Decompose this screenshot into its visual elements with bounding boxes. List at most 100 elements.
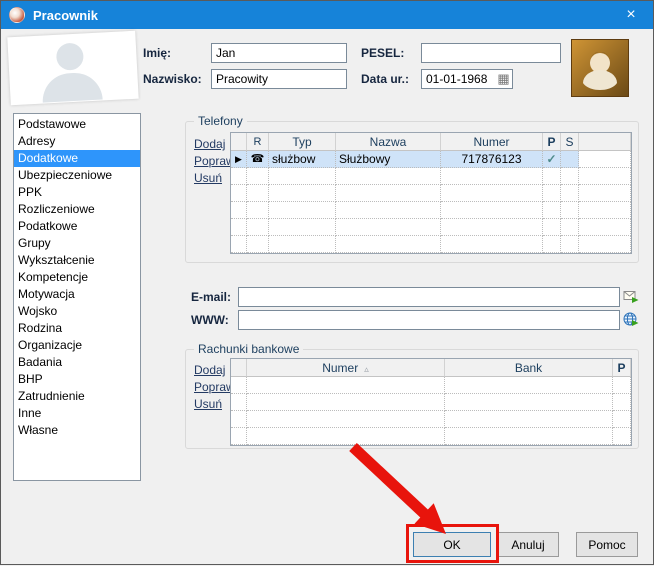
- column-header-r[interactable]: R: [247, 133, 269, 151]
- sidebar-item-organizacje[interactable]: Organizacje: [14, 337, 140, 354]
- banks-delete-link[interactable]: Usuń: [194, 397, 222, 411]
- cell-nazwa: [336, 202, 441, 219]
- sidebar-item-własne[interactable]: Własne: [14, 422, 140, 439]
- empty-row[interactable]: [231, 377, 631, 394]
- phones-edit-link[interactable]: Popraw: [194, 154, 235, 168]
- phones-add-link[interactable]: Dodaj: [194, 137, 225, 151]
- sidebar-item-zatrudnienie[interactable]: Zatrudnienie: [14, 388, 140, 405]
- help-button[interactable]: Pomoc: [576, 532, 638, 557]
- cell-nazwa: [336, 236, 441, 253]
- empty-row[interactable]: [231, 411, 631, 428]
- column-header-s[interactable]: S: [561, 133, 579, 151]
- cell-numer: [441, 185, 543, 202]
- window-title: Pracownik: [33, 7, 99, 23]
- empty-row[interactable]: [231, 202, 631, 219]
- cell-bank: [445, 411, 613, 428]
- column-header-numer[interactable]: Numer ▵: [247, 359, 445, 377]
- email-send-icon[interactable]: [623, 288, 639, 304]
- cell-s: [561, 236, 579, 253]
- cell-typ: [269, 219, 336, 236]
- close-button[interactable]: ×: [609, 1, 653, 29]
- cell-filler: [579, 219, 631, 236]
- table-row[interactable]: ▶ ☎ służbow Służbowy 717876123 ✓: [231, 151, 631, 168]
- cell-sel: [231, 219, 247, 236]
- banks-add-link[interactable]: Dodaj: [194, 363, 225, 377]
- column-header-numer[interactable]: Numer: [441, 133, 543, 151]
- empty-row[interactable]: [231, 168, 631, 185]
- cell-sel: [231, 428, 247, 445]
- column-header-p[interactable]: P: [543, 133, 561, 151]
- cancel-button[interactable]: Anuluj: [497, 532, 559, 557]
- sidebar-item-podstawowe[interactable]: Podstawowe: [14, 116, 140, 133]
- person-silhouette-body: [41, 71, 103, 103]
- empty-row[interactable]: [231, 394, 631, 411]
- bank-accounts-group-label: Rachunki bankowe: [194, 342, 304, 356]
- cell-filler: [579, 236, 631, 253]
- sidebar-item-badania[interactable]: Badania: [14, 354, 140, 371]
- avatar-person-icon: [572, 40, 628, 96]
- sidebar-item-wykształcenie[interactable]: Wykształcenie: [14, 252, 140, 269]
- sidebar-item-inne[interactable]: Inne: [14, 405, 140, 422]
- cell-s: [561, 168, 579, 185]
- column-header-bank[interactable]: Bank: [445, 359, 613, 377]
- column-header-sel[interactable]: [231, 359, 247, 377]
- sidebar-item-motywacja[interactable]: Motywacja: [14, 286, 140, 303]
- sidebar-item-podatkowe[interactable]: Podatkowe: [14, 218, 140, 235]
- sidebar-item-rodzina[interactable]: Rodzina: [14, 320, 140, 337]
- cell-sel: [231, 236, 247, 253]
- ok-button[interactable]: OK: [413, 532, 491, 557]
- sidebar-item-dodatkowe[interactable]: Dodatkowe: [14, 150, 140, 167]
- app-logo-icon: [9, 7, 25, 23]
- empty-row[interactable]: [231, 219, 631, 236]
- sidebar-item-ubezpieczeniowe[interactable]: Ubezpieczeniowe: [14, 167, 140, 184]
- nazwisko-input[interactable]: [211, 69, 347, 89]
- column-header-p[interactable]: P: [613, 359, 631, 377]
- cell-numer: [247, 428, 445, 445]
- cell-numer: [247, 411, 445, 428]
- column-header-sel[interactable]: [231, 133, 247, 151]
- column-header-filler[interactable]: [579, 133, 631, 151]
- www-globe-icon[interactable]: [623, 311, 639, 327]
- cell-sel: [231, 168, 247, 185]
- phones-table: R Typ Nazwa Numer P S ▶ ☎ służbow Służbowy 7178761…: [230, 132, 632, 254]
- calendar-icon[interactable]: ▦: [496, 70, 511, 87]
- column-header-typ[interactable]: Typ: [269, 133, 336, 151]
- sidebar-item-adresy[interactable]: Adresy: [14, 133, 140, 150]
- cell-r: [247, 219, 269, 236]
- cell-filler: [579, 202, 631, 219]
- www-input[interactable]: [238, 310, 620, 330]
- sidebar-item-wojsko[interactable]: Wojsko: [14, 303, 140, 320]
- cell-nazwa: [336, 185, 441, 202]
- email-input[interactable]: [238, 287, 620, 307]
- sidebar-item-bhp[interactable]: BHP: [14, 371, 140, 388]
- cell-typ: służbow: [269, 151, 336, 168]
- cell-p: [613, 411, 631, 428]
- column-header-nazwa[interactable]: Nazwa: [336, 133, 441, 151]
- cell-p: [543, 168, 561, 185]
- empty-row[interactable]: [231, 185, 631, 202]
- cell-r: [247, 202, 269, 219]
- cell-numer: [441, 202, 543, 219]
- cell-s: [561, 185, 579, 202]
- pesel-input[interactable]: [421, 43, 561, 63]
- cell-typ: [269, 236, 336, 253]
- cell-numer: [247, 377, 445, 394]
- cell-filler: [579, 185, 631, 202]
- banks-edit-link[interactable]: Popraw: [194, 380, 235, 394]
- bank-accounts-group: Rachunki bankowe Dodaj Popraw Usuń Numer…: [185, 342, 639, 449]
- cell-p: [543, 202, 561, 219]
- empty-row[interactable]: [231, 428, 631, 445]
- sidebar-list: Podstawowe Adresy Dodatkowe Ubezpieczeniowe…: [13, 113, 141, 481]
- sidebar-item-kompetencje[interactable]: Kompetencje: [14, 269, 140, 286]
- cell-sel: [231, 377, 247, 394]
- sidebar-item-grupy[interactable]: Grupy: [14, 235, 140, 252]
- imie-input[interactable]: [211, 43, 347, 63]
- sidebar-item-ppk[interactable]: PPK: [14, 184, 140, 201]
- phones-delete-link[interactable]: Usuń: [194, 171, 222, 185]
- sidebar-item-rozliczeniowe[interactable]: Rozliczeniowe: [14, 201, 140, 218]
- empty-row[interactable]: [231, 236, 631, 253]
- sort-icon: ▵: [364, 364, 369, 374]
- cell-filler: [579, 151, 631, 168]
- cell-p: [613, 377, 631, 394]
- cell-sel: [231, 185, 247, 202]
